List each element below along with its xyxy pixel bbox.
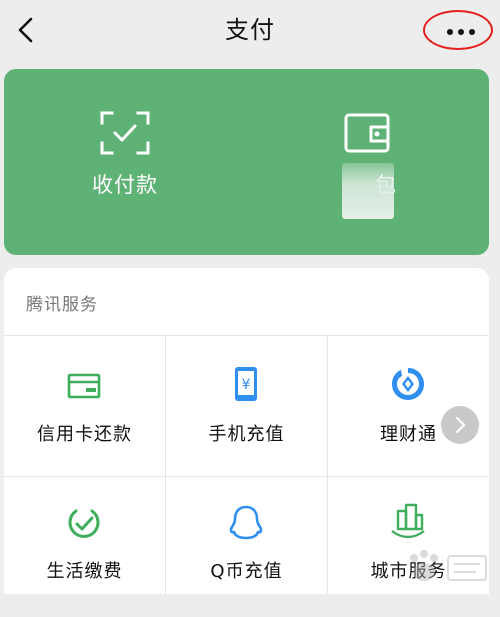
tencent-services-panel: 腾讯服务 信用卡还款 ¥ 手机充值 理财通 生活缴费 Q币充值 城市服务: [4, 268, 489, 594]
service-utility-payment[interactable]: 生活缴费: [4, 477, 165, 617]
qq-coin-icon: [229, 505, 263, 540]
city-service-icon: [391, 503, 425, 539]
service-label: 手机充值: [208, 424, 285, 445]
more-options-button[interactable]: [424, 12, 496, 52]
watermark-icon: [410, 550, 487, 581]
receive-pay-button[interactable]: 收付款: [4, 69, 246, 255]
scroll-right-button[interactable]: [441, 406, 479, 444]
wealth-icon: [392, 368, 424, 400]
service-credit-card-repay[interactable]: 信用卡还款: [4, 336, 165, 476]
chevron-right-icon: [455, 416, 466, 434]
section-title: 腾讯服务: [26, 295, 98, 315]
svg-text:¥: ¥: [242, 377, 251, 393]
more-dots-icon: [447, 29, 475, 35]
pay-card: 收付款 包: [4, 69, 489, 255]
service-label: 信用卡还款: [37, 424, 132, 445]
service-label: Q币充值: [210, 561, 283, 582]
service-mobile-topup[interactable]: ¥ 手机充值: [166, 336, 327, 476]
service-city[interactable]: 城市服务: [328, 477, 489, 617]
wallet-button[interactable]: 包: [247, 69, 489, 255]
utility-payment-icon: [68, 509, 100, 538]
wallet-icon: [344, 113, 390, 153]
redaction-blur: [342, 163, 394, 219]
service-qq-coin[interactable]: Q币充值: [166, 477, 327, 617]
scan-check-icon: [100, 111, 150, 155]
receive-pay-label: 收付款: [92, 173, 158, 197]
credit-card-icon: [67, 373, 101, 399]
mobile-topup-icon: ¥: [235, 367, 257, 401]
service-label: 生活缴费: [46, 561, 123, 582]
navigation-bar: 支付: [0, 0, 500, 60]
